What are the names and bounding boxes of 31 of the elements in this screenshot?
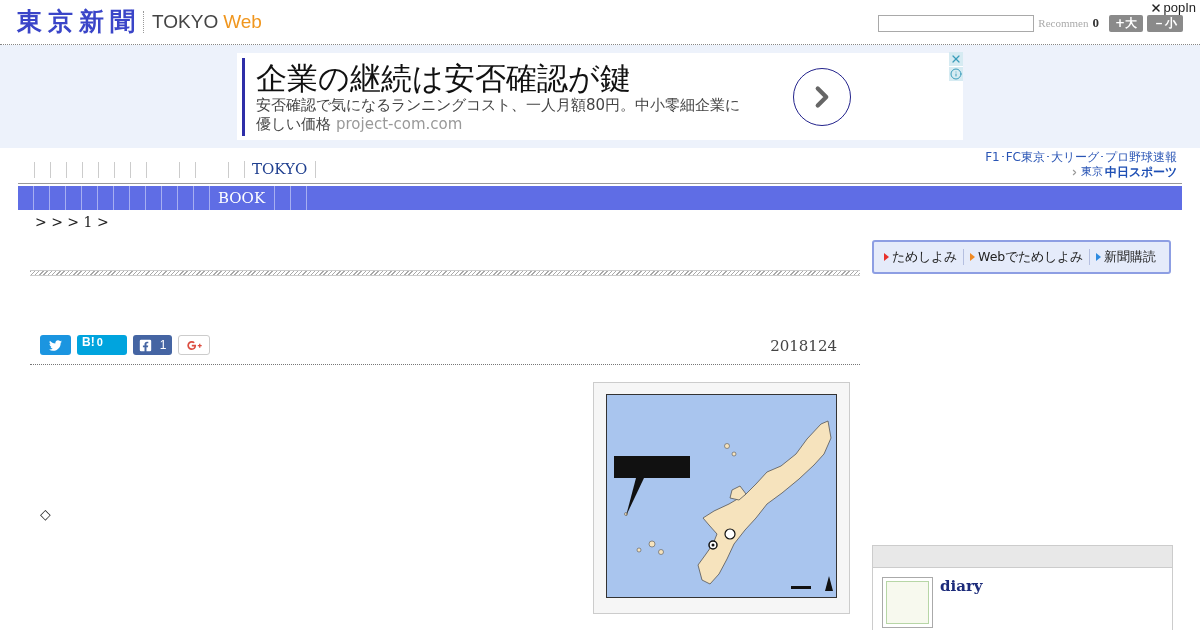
recommend-count: 0 bbox=[1092, 15, 1099, 31]
promo-link[interactable]: 新聞購読 bbox=[1096, 248, 1157, 266]
share-button[interactable]: 1 bbox=[133, 335, 172, 355]
newspaper-logo[interactable]: 東京新聞 bbox=[17, 8, 141, 36]
thumbnail-placeholder[interactable] bbox=[882, 577, 933, 628]
breadcrumb[interactable]: > > > 1 > bbox=[35, 214, 109, 230]
ad-title[interactable]: 企業の継続は安否確認が鍵 bbox=[256, 60, 631, 96]
bird-icon bbox=[49, 338, 62, 352]
popin-close-link[interactable]: popIn bbox=[1150, 1, 1196, 14]
search-field[interactable] bbox=[878, 14, 1035, 32]
close-icon bbox=[1150, 1, 1163, 14]
card-title[interactable]: diary bbox=[940, 577, 983, 628]
promo-link[interactable]: ためしよみ bbox=[884, 248, 957, 266]
banner-brand[interactable]: 中日スポーツ bbox=[1105, 165, 1177, 179]
chevron-icon bbox=[1070, 167, 1079, 177]
site-name-accent: Web bbox=[223, 11, 262, 33]
ad-description: 安否確認で気になるランニングコスト、一人月額80円。中小零細企業に優しい価格 project-com.com bbox=[256, 96, 742, 134]
nav-link[interactable]: TOKYO bbox=[244, 161, 317, 178]
article-date: 2018124 bbox=[770, 337, 837, 355]
info-icon[interactable] bbox=[949, 67, 963, 81]
recommend-label: Recommen bbox=[1038, 17, 1089, 29]
banner-brand-prefix[interactable]: 東京 bbox=[1081, 165, 1103, 179]
banner-tagline[interactable]: F1･FC東京･大リーグ･プロ野球速報 bbox=[985, 150, 1177, 165]
tweet-button[interactable] bbox=[40, 335, 71, 355]
site-name: TOKYO bbox=[152, 11, 219, 33]
nav-tab[interactable]: BOOK bbox=[210, 186, 276, 210]
close-icon[interactable] bbox=[949, 52, 963, 66]
f-icon bbox=[138, 338, 152, 352]
promo-link[interactable]: Webでためしよみ bbox=[970, 248, 1084, 266]
plus-share-button[interactable] bbox=[178, 335, 210, 355]
article-text: ◇ bbox=[40, 506, 51, 522]
